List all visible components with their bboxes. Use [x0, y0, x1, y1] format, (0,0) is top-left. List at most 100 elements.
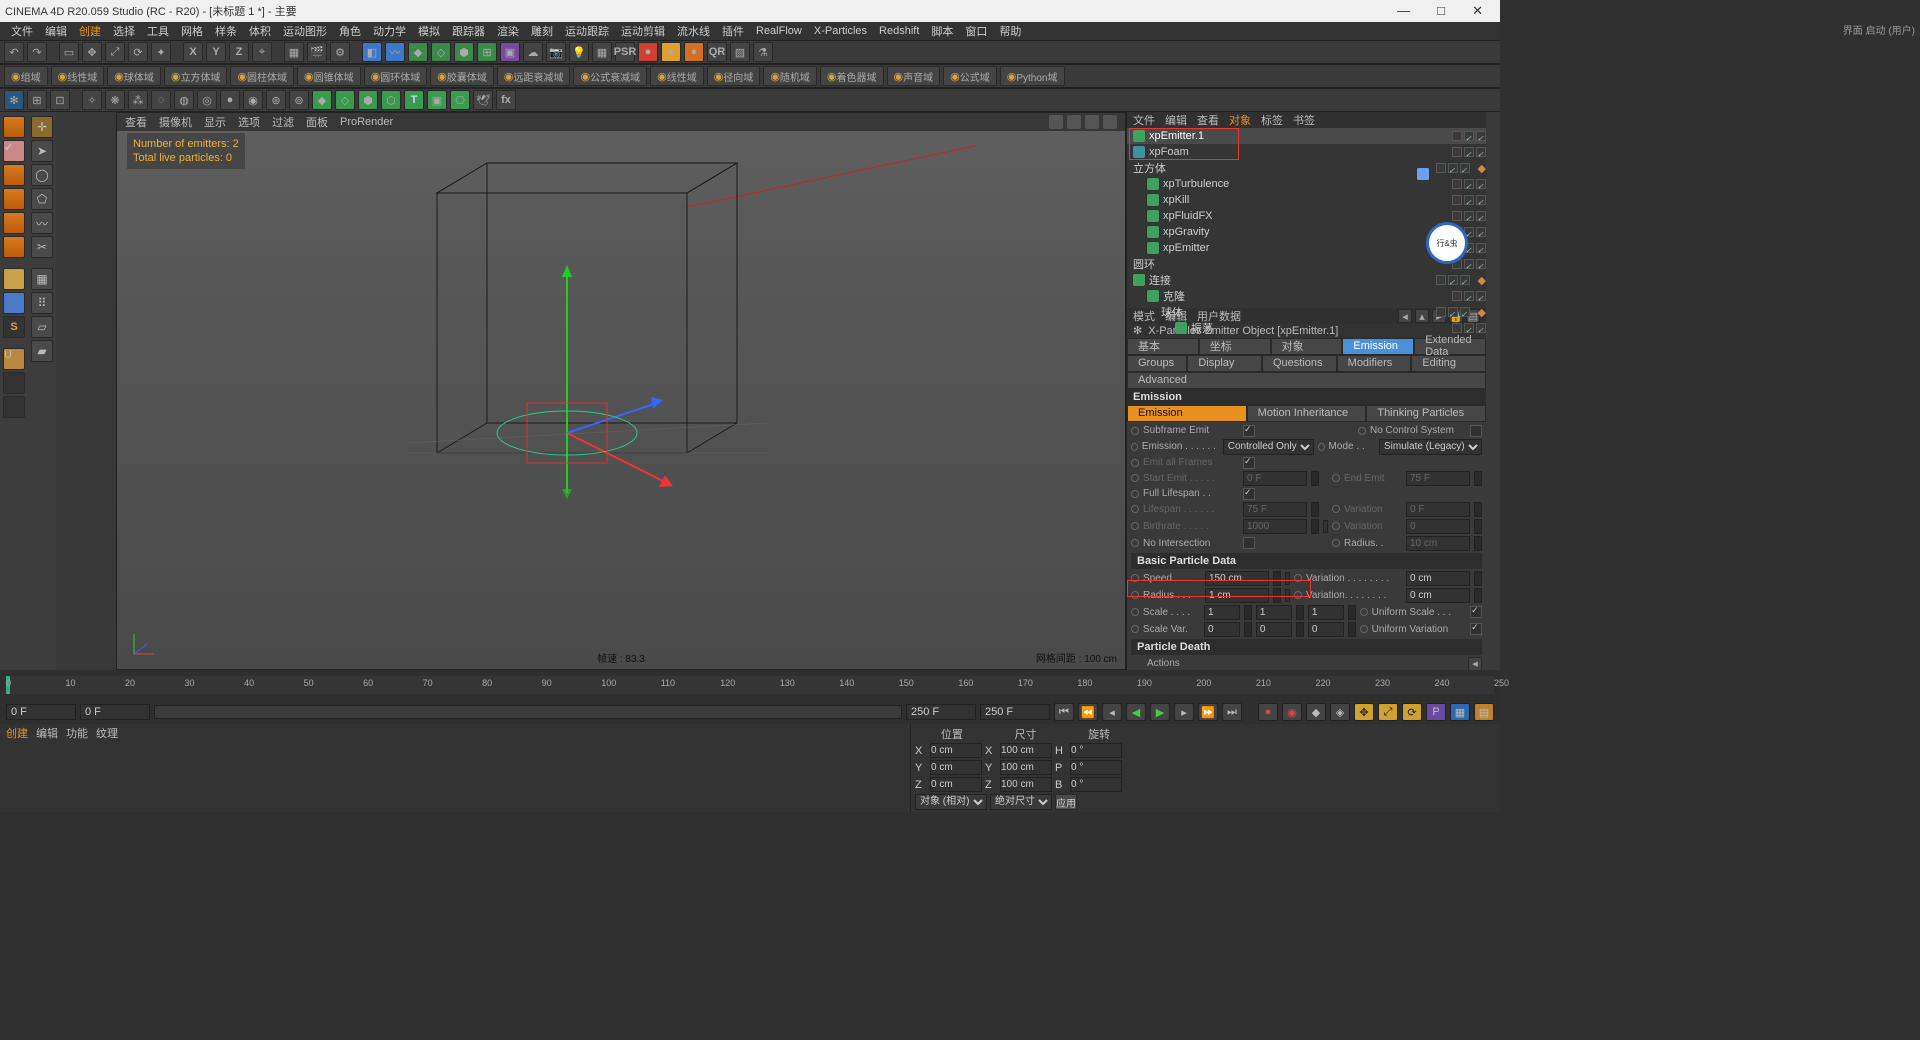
speed-spinner[interactable]: [1273, 571, 1281, 586]
fulllife-checkbox[interactable]: [1243, 488, 1255, 500]
menu-9[interactable]: 角色: [333, 23, 367, 39]
render-settings-button[interactable]: ⚙: [330, 42, 350, 62]
menu-21[interactable]: Redshift: [873, 25, 925, 37]
menu-18[interactable]: 插件: [716, 23, 750, 39]
model-mode[interactable]: ▦: [31, 268, 53, 290]
scale-x-input[interactable]: [1204, 605, 1240, 620]
field-btn-12[interactable]: ◉ 随机域: [763, 66, 817, 86]
mat-tab-1[interactable]: 编辑: [36, 725, 58, 741]
menu-20[interactable]: X-Particles: [808, 25, 873, 37]
size-x-input[interactable]: [1000, 743, 1052, 758]
scale-z-input[interactable]: [1308, 605, 1344, 620]
step-fwd-button[interactable]: ⏩: [1198, 703, 1218, 721]
actions-menu-icon[interactable]: ◂: [1468, 657, 1482, 670]
field-btn-15[interactable]: ◉ 公式域: [943, 66, 997, 86]
sphere-orange-button[interactable]: ●: [684, 42, 704, 62]
fld-s[interactable]: S: [3, 316, 25, 338]
xp-gen-1[interactable]: ◆: [312, 90, 332, 110]
vp-menu-item[interactable]: 显示: [204, 114, 226, 130]
vp-nav4-icon[interactable]: [1103, 115, 1117, 129]
key-pos-button[interactable]: ✥: [1354, 703, 1374, 721]
field-btn-0[interactable]: ◉ 组域: [4, 66, 48, 86]
xp-mod-7[interactable]: ⊚: [289, 90, 309, 110]
fld-mouse[interactable]: [3, 292, 25, 314]
menu-10[interactable]: 动力学: [367, 23, 412, 39]
field-btn-13[interactable]: ◉ 着色器域: [820, 66, 884, 86]
coord-mode-dropdown[interactable]: 对象 (相对): [915, 794, 987, 810]
prim-check[interactable]: ✔: [3, 140, 25, 162]
attr-tab-坐标[interactable]: 坐标: [1199, 338, 1271, 355]
pos-z-input[interactable]: [930, 777, 982, 792]
attr-tab-对象[interactable]: 对象: [1271, 338, 1343, 355]
volume-button[interactable]: ▨: [730, 42, 750, 62]
attr-tab-Editing[interactable]: Editing: [1411, 355, 1486, 372]
xp-mod-4[interactable]: ●: [220, 90, 240, 110]
xp-mod-6[interactable]: ⊛: [266, 90, 286, 110]
close-button[interactable]: ✕: [1460, 3, 1495, 18]
tree-row-连接[interactable]: 连接◆: [1127, 272, 1486, 288]
env-button[interactable]: ☁: [523, 42, 543, 62]
minimize-button[interactable]: —: [1385, 3, 1422, 18]
field-btn-11[interactable]: ◉ 径向域: [707, 66, 761, 86]
xp-gen-2[interactable]: ◇: [335, 90, 355, 110]
xp-mod-2[interactable]: ◍: [174, 90, 194, 110]
vp-menu-item[interactable]: ProRender: [340, 116, 393, 128]
poly-icon[interactable]: ⬠: [31, 188, 53, 210]
tree-flags[interactable]: [1452, 211, 1486, 221]
xp-system-button[interactable]: ❋: [105, 90, 125, 110]
xp-gen-6[interactable]: ⎔: [450, 90, 470, 110]
field-btn-14[interactable]: ◉ 声音域: [887, 66, 941, 86]
timeline-ruler[interactable]: 0102030405060708090100110120130140150160…: [0, 670, 1500, 700]
vp-menu-item[interactable]: 选项: [238, 114, 260, 130]
menu-11[interactable]: 模拟: [412, 23, 446, 39]
qr-button[interactable]: QR: [707, 42, 727, 62]
mat-tab-0[interactable]: 创建: [6, 725, 28, 741]
tree-row-克隆[interactable]: 克隆: [1127, 288, 1486, 304]
speed-input[interactable]: [1205, 571, 1269, 586]
maximize-button[interactable]: □: [1425, 3, 1457, 18]
xp-emitter-button[interactable]: ✧: [82, 90, 102, 110]
vp-nav3-icon[interactable]: [1085, 115, 1099, 129]
fld-lock[interactable]: [3, 372, 25, 394]
field-btn-10[interactable]: ◉ 线性域: [650, 66, 704, 86]
key-pla-button[interactable]: ▦: [1450, 703, 1470, 721]
menu-19[interactable]: RealFlow: [750, 25, 808, 37]
xp-fx-button[interactable]: fx: [496, 90, 516, 110]
tree-flags[interactable]: [1436, 163, 1470, 173]
generator2-button[interactable]: ◇: [431, 42, 451, 62]
move-axis-icon[interactable]: ✛: [31, 116, 53, 138]
prev-frame-button[interactable]: ◂: [1102, 703, 1122, 721]
subtab-Emission[interactable]: Emission: [1127, 405, 1247, 422]
knife-icon[interactable]: ✂: [31, 236, 53, 258]
radvar-input[interactable]: [1406, 588, 1470, 603]
edge-mode[interactable]: ▱: [31, 316, 53, 338]
vp-menu-item[interactable]: 摄像机: [159, 114, 192, 130]
xp-group-button[interactable]: ⁂: [128, 90, 148, 110]
keyframe-button[interactable]: ◆: [1306, 703, 1326, 721]
uscale-checkbox[interactable]: [1470, 606, 1482, 618]
size-mode-dropdown[interactable]: 绝对尺寸: [990, 794, 1052, 810]
xp-gen-4[interactable]: ⬡: [381, 90, 401, 110]
field-btn-4[interactable]: ◉ 圆柱体域: [230, 66, 294, 86]
rot-h-input[interactable]: [1070, 743, 1122, 758]
material-manager[interactable]: 创建编辑功能纹理: [0, 724, 910, 812]
pos-x-input[interactable]: [930, 743, 982, 758]
xp-mod-5[interactable]: ◉: [243, 90, 263, 110]
subtab-Motion Inheritance[interactable]: Motion Inheritance: [1247, 405, 1367, 422]
noint-checkbox[interactable]: [1243, 537, 1255, 549]
pos-y-input[interactable]: [930, 760, 982, 775]
vp-nav2-icon[interactable]: [1067, 115, 1081, 129]
emission-dropdown[interactable]: Controlled Only: [1223, 439, 1314, 455]
xp-misc-1[interactable]: 🕊: [473, 90, 493, 110]
radius-input[interactable]: [1205, 588, 1269, 603]
menu-6[interactable]: 样条: [209, 23, 243, 39]
light-button[interactable]: 💡: [569, 42, 589, 62]
fld-linear[interactable]: [3, 268, 25, 290]
tree-flags[interactable]: [1452, 291, 1486, 301]
generator-button[interactable]: ◆: [408, 42, 428, 62]
objtab-0[interactable]: 文件: [1133, 112, 1155, 128]
play-back-button[interactable]: ◀: [1126, 703, 1146, 721]
tree-row-xpFoam[interactable]: xpFoam: [1127, 144, 1486, 160]
prim-cube[interactable]: [3, 116, 25, 138]
field-btn-5[interactable]: ◉ 圆锥体域: [297, 66, 361, 86]
